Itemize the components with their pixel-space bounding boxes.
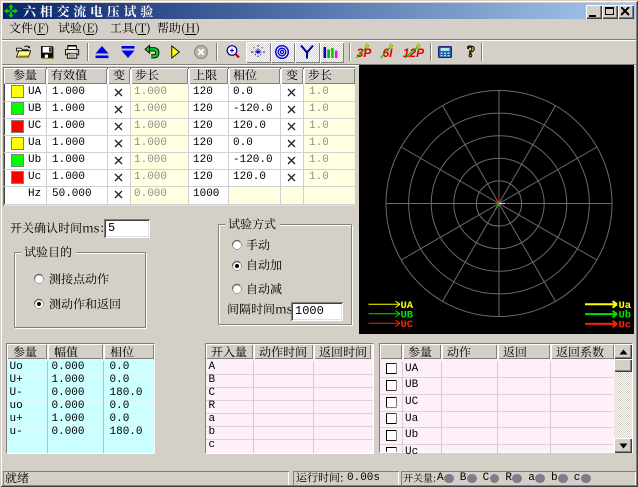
svg-text:Uc: Uc <box>619 319 632 331</box>
svg-text:UC: UC <box>401 319 414 331</box>
